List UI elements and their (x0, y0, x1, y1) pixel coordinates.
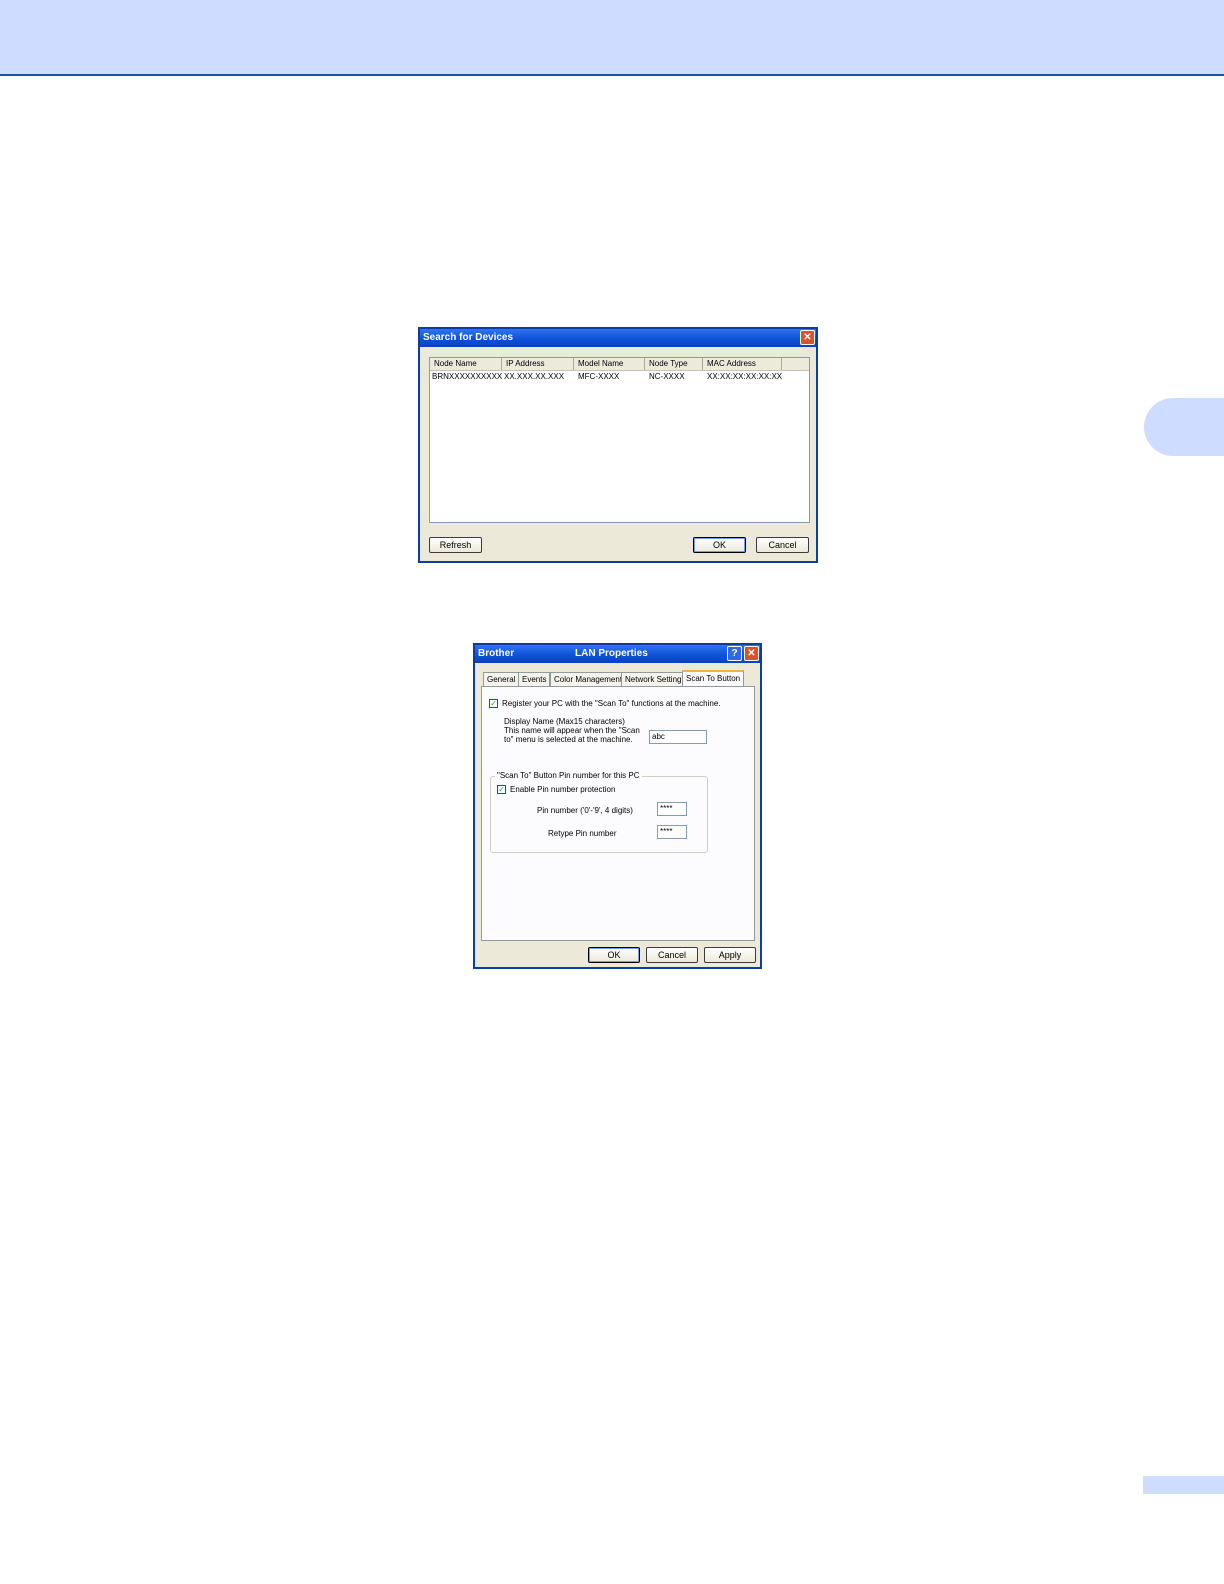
cell-node-type: NC-XXXX (649, 372, 685, 381)
lan-properties-dialog: Brother LAN Properties ? ✕ General Event… (473, 643, 762, 969)
register-checkbox-label: Register your PC with the "Scan To" func… (502, 699, 721, 708)
search-devices-dialog: Search for Devices ✕ Node Name IP Addres… (418, 327, 818, 563)
cell-mac-address: XX:XX:XX:XX:XX:XX (707, 372, 782, 381)
cancel-button[interactable]: Cancel (756, 537, 809, 553)
cancel-button[interactable]: Cancel (646, 947, 698, 963)
display-name-text-3: to" menu is selected at the machine. (504, 735, 633, 744)
dialog-title: Search for Devices (423, 332, 514, 343)
column-node-type[interactable]: Node Type (645, 358, 703, 370)
tab-color-management[interactable]: Color Management (550, 672, 627, 686)
tab-network-setting[interactable]: Network Setting (621, 672, 686, 686)
pin-group-title: "Scan To" Button Pin number for this PC (495, 771, 642, 780)
display-name-text-1: Display Name (Max15 characters) (504, 717, 625, 726)
help-icon[interactable]: ? (727, 646, 742, 661)
column-node-name[interactable]: Node Name (430, 358, 502, 370)
close-icon[interactable]: ✕ (744, 646, 759, 661)
ok-button[interactable]: OK (588, 947, 640, 963)
display-name-text-2: This name will appear when the "Scan (504, 726, 640, 735)
pin-number-label: Pin number ('0'-'9', 4 digits) (537, 806, 633, 815)
chapter-side-tab (1144, 398, 1224, 456)
display-name-input[interactable]: abc (649, 730, 707, 744)
page-header-band (0, 0, 1224, 76)
dialog-title-brand: Brother (478, 648, 515, 659)
dialog-title: LAN Properties (575, 648, 648, 659)
refresh-button[interactable]: Refresh (429, 537, 482, 553)
column-ip-address[interactable]: IP Address (502, 358, 574, 370)
tab-general[interactable]: General (483, 672, 520, 686)
register-checkbox[interactable]: ✓ (489, 699, 498, 708)
scan-to-button-panel: ✓ Register your PC with the "Scan To" fu… (481, 686, 755, 941)
enable-pin-label: Enable Pin number protection (510, 785, 616, 794)
retype-pin-label: Retype Pin number (548, 829, 617, 838)
ok-button[interactable]: OK (693, 537, 746, 553)
pin-number-input[interactable]: **** (657, 802, 687, 816)
close-icon[interactable]: ✕ (800, 330, 815, 345)
search-devices-titlebar: Search for Devices ✕ (420, 329, 816, 347)
tab-events[interactable]: Events (518, 672, 551, 686)
device-list-header: Node Name IP Address Model Name Node Typ… (430, 358, 809, 371)
device-list[interactable]: Node Name IP Address Model Name Node Typ… (429, 357, 810, 523)
retype-pin-input[interactable]: **** (657, 825, 687, 839)
tab-strip: General Events Color Management Network … (483, 670, 753, 687)
tab-scan-to-button[interactable]: Scan To Button (682, 670, 745, 687)
page-number-box (1143, 1476, 1224, 1494)
lan-properties-titlebar: Brother LAN Properties ? ✕ (475, 645, 760, 663)
cell-node-name: BRNXXXXXXXXXXXX (432, 372, 502, 381)
column-model-name[interactable]: Model Name (574, 358, 645, 370)
cell-model-name: MFC-XXXX (578, 372, 620, 381)
enable-pin-checkbox[interactable]: ✓ (497, 785, 506, 794)
column-mac-address[interactable]: MAC Address (703, 358, 782, 370)
cell-ip-address: XX.XXX.XX.XXX (504, 372, 565, 381)
apply-button[interactable]: Apply (704, 947, 756, 963)
